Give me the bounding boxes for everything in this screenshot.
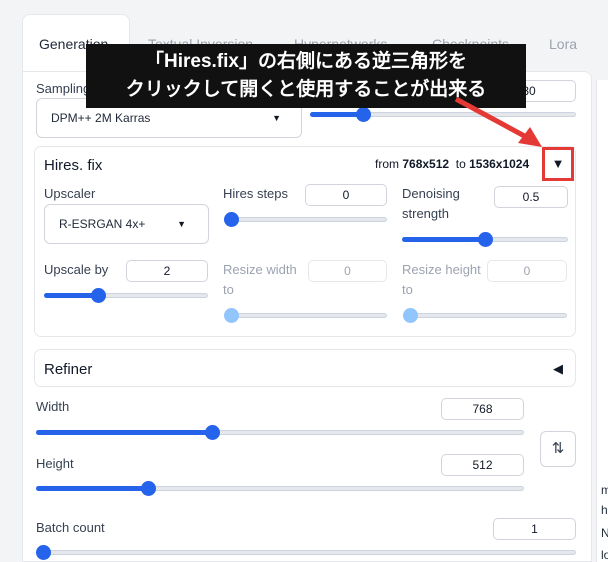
right-text-fragment: m [601,483,608,497]
denoising-slider[interactable] [402,232,568,247]
resize-height-input[interactable]: 0 [487,260,567,282]
resize-height-label-line2: to [402,282,413,297]
upscaler-dropdown[interactable]: R-ESRGAN 4x+ ▼ [44,204,209,244]
hires-fix-toggle-button[interactable]: ▼ [545,156,571,171]
width-label: Width [36,399,70,414]
width-input[interactable]: 768 [441,398,524,420]
slider-thumb[interactable] [403,308,418,323]
swap-dimensions-button[interactable]: ⇅ [540,431,576,467]
hires-steps-input[interactable]: 0 [305,184,387,206]
upscale-by-input[interactable]: 2 [126,260,208,282]
slider-thumb[interactable] [224,308,239,323]
slider-thumb[interactable] [224,212,239,227]
swap-icon: ⇅ [551,440,565,457]
upscale-by-label: Upscale by [44,262,109,277]
batch-count-label: Batch count [36,520,105,535]
right-text-fragment: h [601,503,608,517]
batch-count-input[interactable]: 1 [493,518,576,540]
upscale-by-slider[interactable] [44,288,208,303]
refiner-toggle-button[interactable]: ◀ [546,361,570,377]
upscaler-value: R-ESRGAN 4x+ [59,217,146,231]
resize-width-label-line2: to [223,282,234,297]
chevron-down-icon: ▼ [177,219,186,229]
height-slider[interactable] [36,481,524,496]
hires-steps-label: Hires steps [223,186,289,201]
sampling-method-value: DPM++ 2M Karras [51,111,151,125]
resize-height-slider[interactable] [403,308,567,323]
refiner-card[interactable] [34,349,576,387]
upscaler-label: Upscaler [44,186,96,201]
resize-width-label: Resize width [223,262,297,277]
tab-lora[interactable]: Lora [549,36,577,52]
batch-count-slider[interactable] [36,545,576,560]
resize-width-slider[interactable] [224,308,387,323]
hires-resolution-text: from 768x512 to 1536x1024 [375,157,530,171]
resize-height-label: Resize height [402,262,481,277]
denoising-label-line2: strength [402,206,449,221]
slider-thumb[interactable] [36,545,51,560]
hires-steps-slider[interactable] [224,212,387,227]
hires-fix-title: Hires. fix [44,157,103,174]
right-text-fragment: N [601,526,608,540]
right-text-fragment: lo [601,548,608,562]
denoising-input[interactable]: 0.5 [494,186,568,208]
slider-thumb[interactable] [478,232,493,247]
denoising-label: Denoising [402,186,460,201]
annotation-arrow [454,96,542,147]
width-slider[interactable] [36,425,524,440]
height-input[interactable]: 512 [441,454,524,476]
slider-thumb[interactable] [204,425,220,440]
height-label: Height [36,456,74,471]
callout-line-1: 「Hires.fix」の右側にある逆三角形を [145,51,467,72]
refiner-title: Refiner [44,361,93,378]
resize-width-input[interactable]: 0 [308,260,387,282]
